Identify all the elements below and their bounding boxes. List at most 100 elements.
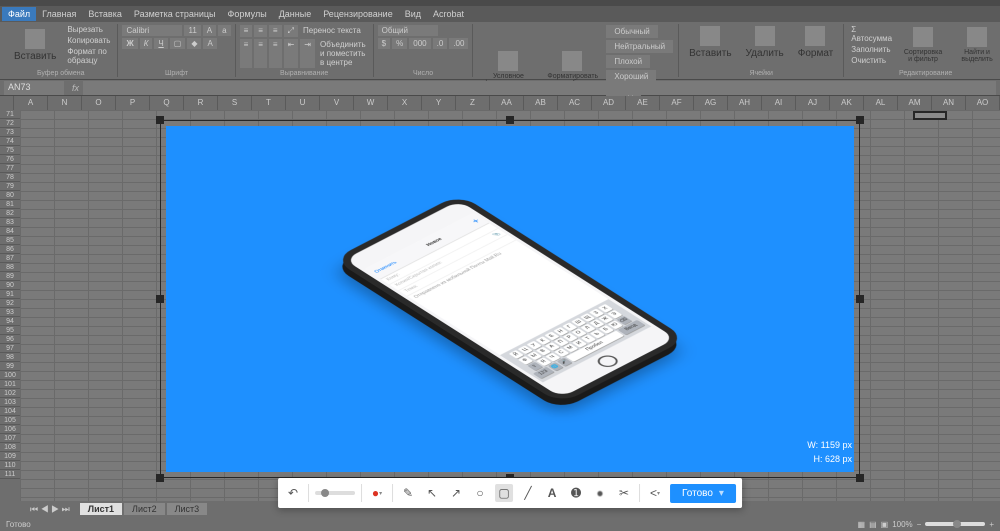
row-header[interactable]: 103 [0, 398, 20, 407]
delete-cell-button[interactable]: Удалить [740, 24, 790, 61]
italic-button[interactable]: К [140, 38, 153, 49]
row-header[interactable]: 88 [0, 263, 20, 272]
col-header[interactable]: A [14, 96, 48, 110]
comma-button[interactable]: 000 [409, 38, 430, 49]
formula-input[interactable] [83, 81, 996, 95]
row-header[interactable]: 111 [0, 470, 20, 479]
resize-handle-ml[interactable] [156, 295, 164, 303]
row-header[interactable]: 98 [0, 353, 20, 362]
tab-view[interactable]: Вид [399, 7, 427, 21]
crop-tool[interactable]: ✂ [615, 484, 633, 502]
number-format-select[interactable]: Общий [378, 25, 438, 36]
row-header[interactable]: 72 [0, 119, 20, 128]
font-color-button[interactable]: A [203, 38, 216, 49]
style-bad[interactable]: Плохой [606, 55, 650, 68]
row-header[interactable]: 104 [0, 407, 20, 416]
fill-color-button[interactable]: ◆ [187, 38, 201, 49]
align-bot-button[interactable]: ≡ [269, 25, 282, 37]
dec-decimal-button[interactable]: .00 [449, 38, 468, 49]
tab-insert[interactable]: Вставка [82, 7, 127, 21]
view-layout-icon[interactable]: ▤ [869, 520, 877, 529]
name-box[interactable]: AN73 [4, 81, 64, 95]
align-center-button[interactable]: ≡ [254, 39, 267, 68]
tab-data[interactable]: Данные [273, 7, 318, 21]
row-header[interactable]: 83 [0, 218, 20, 227]
cut-button[interactable]: Вырезать [64, 24, 106, 35]
col-header[interactable]: O [82, 96, 116, 110]
text-tool[interactable]: A [543, 484, 561, 502]
row-header[interactable]: 110 [0, 461, 20, 470]
style-neutral[interactable]: Нейтральный [606, 40, 673, 53]
col-header[interactable]: R [184, 96, 218, 110]
align-right-button[interactable]: ≡ [269, 39, 282, 68]
undo-button[interactable]: ↶ [284, 484, 302, 502]
tab-file[interactable]: Файл [2, 7, 36, 21]
resize-handle-br[interactable] [856, 474, 864, 482]
row-header[interactable]: 92 [0, 299, 20, 308]
align-mid-button[interactable]: ≡ [254, 25, 267, 37]
col-header[interactable]: N [48, 96, 82, 110]
col-header[interactable]: P [116, 96, 150, 110]
tab-formulas[interactable]: Формулы [222, 7, 273, 21]
col-header[interactable]: AJ [796, 96, 830, 110]
row-header[interactable]: 109 [0, 452, 20, 461]
wrap-text-button[interactable]: Перенос текста [300, 25, 364, 37]
sort-filter-button[interactable]: Сортировка и фильтр [897, 25, 949, 65]
col-header[interactable]: U [286, 96, 320, 110]
row-header[interactable]: 85 [0, 236, 20, 245]
row-header[interactable]: 77 [0, 164, 20, 173]
col-header[interactable]: AC [558, 96, 592, 110]
row-header[interactable]: 94 [0, 317, 20, 326]
fill-button[interactable]: Заполнить [848, 44, 893, 55]
format-cell-button[interactable]: Формат [792, 24, 840, 61]
row-header[interactable]: 106 [0, 425, 20, 434]
col-header[interactable]: AI [762, 96, 796, 110]
view-break-icon[interactable]: ▣ [881, 520, 889, 529]
percent-button[interactable]: % [392, 38, 407, 49]
currency-button[interactable]: $ [378, 38, 390, 49]
autosum-button[interactable]: Σ Автосумма [848, 24, 895, 44]
col-header[interactable]: AB [524, 96, 558, 110]
row-header[interactable]: 99 [0, 362, 20, 371]
resize-handle-mr[interactable] [856, 295, 864, 303]
find-select-button[interactable]: Найти и выделить [951, 25, 1000, 65]
zoom-slider[interactable] [925, 522, 985, 526]
zoom-level[interactable]: 100% [892, 520, 912, 529]
increase-font-button[interactable]: A [203, 25, 216, 36]
row-header[interactable]: 73 [0, 128, 20, 137]
col-header[interactable]: AH [728, 96, 762, 110]
tab-review[interactable]: Рецензирование [317, 7, 399, 21]
col-header[interactable]: AM [898, 96, 932, 110]
sheet-tab-3[interactable]: Лист3 [167, 503, 208, 515]
row-header[interactable]: 87 [0, 254, 20, 263]
row-header[interactable]: 90 [0, 281, 20, 290]
font-name-select[interactable]: Calibri [122, 25, 182, 36]
zoom-out-button[interactable]: − [917, 520, 922, 529]
select-all-corner[interactable] [0, 96, 14, 110]
border-button[interactable]: ▢ [170, 38, 186, 49]
col-header[interactable]: Z [456, 96, 490, 110]
row-header[interactable]: 80 [0, 191, 20, 200]
row-header[interactable]: 75 [0, 146, 20, 155]
fx-icon[interactable]: fx [68, 83, 83, 93]
col-header[interactable]: AE [626, 96, 660, 110]
row-header[interactable]: 86 [0, 245, 20, 254]
row-header[interactable]: 93 [0, 308, 20, 317]
inc-decimal-button[interactable]: .0 [433, 38, 448, 49]
align-left-button[interactable]: ≡ [240, 39, 253, 68]
row-header[interactable]: 102 [0, 389, 20, 398]
number-tool[interactable]: ➊ [567, 484, 585, 502]
circle-tool[interactable]: ○ [471, 484, 489, 502]
col-header[interactable]: AO [966, 96, 1000, 110]
col-header[interactable]: AG [694, 96, 728, 110]
bold-button[interactable]: Ж [122, 38, 137, 49]
sheet-tab-2[interactable]: Лист2 [124, 503, 165, 515]
sheet-nav[interactable]: ⏮ ◀ ▶ ⏭ [30, 504, 70, 515]
copy-button[interactable]: Копировать [64, 35, 113, 46]
col-header[interactable]: AN [932, 96, 966, 110]
resize-handle-bl[interactable] [156, 474, 164, 482]
col-header[interactable]: W [354, 96, 388, 110]
align-top-button[interactable]: ≡ [240, 25, 253, 37]
col-header[interactable]: T [252, 96, 286, 110]
indent-dec-button[interactable]: ⇤ [284, 39, 299, 68]
